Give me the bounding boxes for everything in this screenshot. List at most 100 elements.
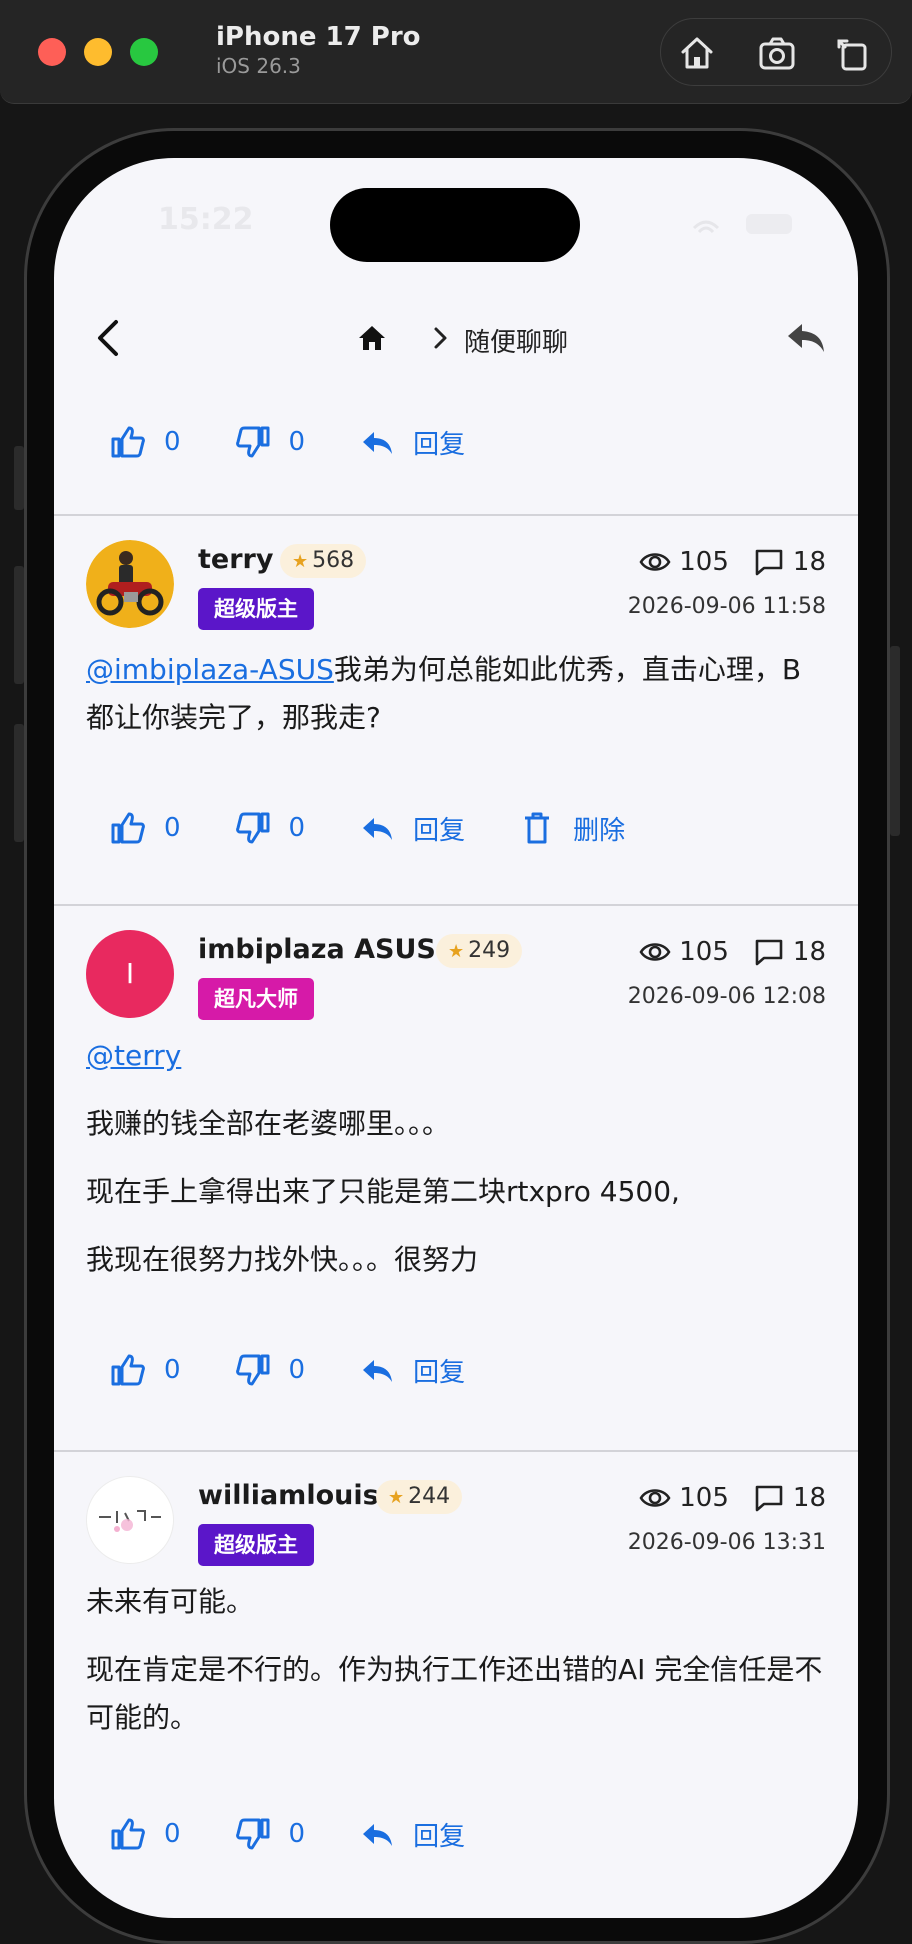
dislike-count: 0 <box>288 1819 306 1849</box>
dislike-button[interactable]: 0 <box>235 810 306 846</box>
points-value: 249 <box>468 938 511 963</box>
dynamic-island <box>330 188 580 262</box>
view-count: 105 <box>679 1483 729 1513</box>
avatar[interactable] <box>86 1476 174 1564</box>
post-actions: 0 0 回复 <box>110 1814 519 1854</box>
post-text-line: 我赚的钱全部在老婆哪里。。。 <box>86 1107 451 1140</box>
reply-button[interactable]: 回复 <box>359 810 465 847</box>
comment-count: 18 <box>792 937 826 967</box>
mention-link[interactable]: @terry <box>86 1039 181 1072</box>
eye-icon <box>639 943 671 961</box>
reply-label: 回复 <box>413 1357 466 1388</box>
post-stats: 105 18 <box>639 544 826 580</box>
points-value: 568 <box>312 548 355 573</box>
like-count: 0 <box>164 427 181 457</box>
dislike-button[interactable]: 0 <box>235 424 306 460</box>
reply-button[interactable]: 回复 <box>359 424 465 461</box>
nav-bar: 随便聊聊 <box>54 290 858 386</box>
mention-link[interactable]: @imbiplaza-ASUS <box>86 653 334 686</box>
zoom-window-button[interactable] <box>130 38 158 66</box>
home-icon[interactable] <box>677 33 717 73</box>
dislike-count: 0 <box>288 1355 306 1385</box>
back-icon[interactable] <box>90 318 130 358</box>
post-text-line: 我现在很努力找外快。。。很努力 <box>86 1243 479 1276</box>
post-time: 2026-09-06 11:58 <box>627 594 826 619</box>
post-text-line: 现在肯定是不行的。作为执行工作还出错的AI 完全信任是不可能的。 <box>86 1653 823 1734</box>
post-body: 未来有可能。 现在肯定是不行的。作为执行工作还出错的AI 完全信任是不可能的。 <box>86 1578 826 1762</box>
like-button[interactable]: 0 <box>110 424 181 460</box>
role-badge: 超级版主 <box>198 588 314 630</box>
os-version: iOS 26.3 <box>216 54 301 78</box>
star-icon: ★ <box>448 941 465 962</box>
comment-icon <box>755 549 783 576</box>
dislike-count: 0 <box>288 813 306 843</box>
post-actions: 0 0 回复 <box>110 1350 519 1390</box>
reply-label: 回复 <box>413 429 466 460</box>
power-button[interactable] <box>890 646 900 836</box>
view-count: 105 <box>679 547 729 577</box>
delete-label: 删除 <box>573 815 626 846</box>
post-text-line: 现在手上拿得出来了只能是第二块rtxpro 4500, <box>86 1175 680 1208</box>
delete-button[interactable]: 删除 <box>519 810 625 847</box>
like-count: 0 <box>164 813 181 843</box>
post-stats: 105 18 <box>639 934 826 970</box>
simulator-window: iPhone 17 Pro iOS 26.3 15:22 随便聊聊 0 0 回复… <box>0 0 912 1944</box>
like-count: 0 <box>164 1355 181 1385</box>
chevron-right-icon <box>426 324 454 352</box>
eye-icon <box>639 553 671 571</box>
post-card: williamlouis ★ 244 超级版主 105 18 2026-09-06… <box>54 1452 858 1912</box>
post-time: 2026-09-06 13:31 <box>627 1530 826 1555</box>
comment-icon <box>755 939 783 966</box>
points-badge: ★ 244 <box>376 1480 463 1514</box>
points-badge: ★ 568 <box>280 544 367 578</box>
post-card: terry ★ 568 超级版主 105 18 2026-09-06 11:58 … <box>54 516 858 906</box>
author-name[interactable]: terry <box>198 544 273 575</box>
volume-down-button[interactable] <box>14 724 24 842</box>
post-body: @imbiplaza-ASUS我弟为何总能如此优秀，直击心理，B都让你装完了，那… <box>86 646 826 742</box>
dislike-button[interactable]: 0 <box>235 1352 306 1388</box>
close-window-button[interactable] <box>38 38 66 66</box>
post-body: @terry 我赚的钱全部在老婆哪里。。。 现在手上拿得出来了只能是第二块rtx… <box>86 1032 826 1304</box>
action-button[interactable] <box>14 446 24 510</box>
device-name: iPhone 17 Pro <box>216 22 421 52</box>
post-card: I imbiplaza ASUS ★ 249 超凡大师 105 18 2026-0… <box>54 906 858 1448</box>
status-icons <box>684 210 804 236</box>
reply-label: 回复 <box>413 815 466 846</box>
phone-screen: 15:22 随便聊聊 0 0 回复 terry ★ 568 超级版主 105 1… <box>54 158 858 1918</box>
avatar[interactable]: I <box>86 930 174 1018</box>
reply-button[interactable]: 回复 <box>359 1816 465 1853</box>
home-icon[interactable] <box>356 322 388 354</box>
post-actions: 0 0 回复 删除 <box>110 808 679 848</box>
comment-icon <box>755 1485 783 1512</box>
simulator-toolbar: iPhone 17 Pro iOS 26.3 <box>0 0 912 104</box>
breadcrumb-category[interactable]: 随便聊聊 <box>464 322 568 359</box>
author-name[interactable]: imbiplaza ASUS <box>198 934 436 965</box>
comment-count: 18 <box>792 547 826 577</box>
post-time: 2026-09-06 12:08 <box>627 984 826 1009</box>
eye-icon <box>639 1489 671 1507</box>
dislike-button[interactable]: 0 <box>235 1816 306 1852</box>
minimize-window-button[interactable] <box>84 38 112 66</box>
post-text-line: 未来有可能。 <box>86 1585 255 1618</box>
author-name[interactable]: williamlouis <box>198 1480 379 1511</box>
dislike-count: 0 <box>288 427 306 457</box>
comment-count: 18 <box>792 1483 826 1513</box>
avatar[interactable] <box>86 540 174 628</box>
reply-label: 回复 <box>413 1821 466 1852</box>
reply-all-icon[interactable] <box>786 320 826 356</box>
status-time: 15:22 <box>158 202 254 237</box>
reply-button[interactable]: 回复 <box>359 1352 465 1389</box>
like-count: 0 <box>164 1819 181 1849</box>
points-value: 244 <box>408 1484 451 1509</box>
post-stats: 105 18 <box>639 1480 826 1516</box>
role-badge: 超级版主 <box>198 1524 314 1566</box>
screenshot-icon[interactable] <box>757 33 797 73</box>
like-button[interactable]: 0 <box>110 1352 181 1388</box>
view-count: 105 <box>679 937 729 967</box>
volume-up-button[interactable] <box>14 566 24 684</box>
like-button[interactable]: 0 <box>110 810 181 846</box>
star-icon: ★ <box>388 1487 405 1508</box>
rotate-icon[interactable] <box>833 33 873 73</box>
points-badge: ★ 249 <box>436 934 523 968</box>
like-button[interactable]: 0 <box>110 1816 181 1852</box>
